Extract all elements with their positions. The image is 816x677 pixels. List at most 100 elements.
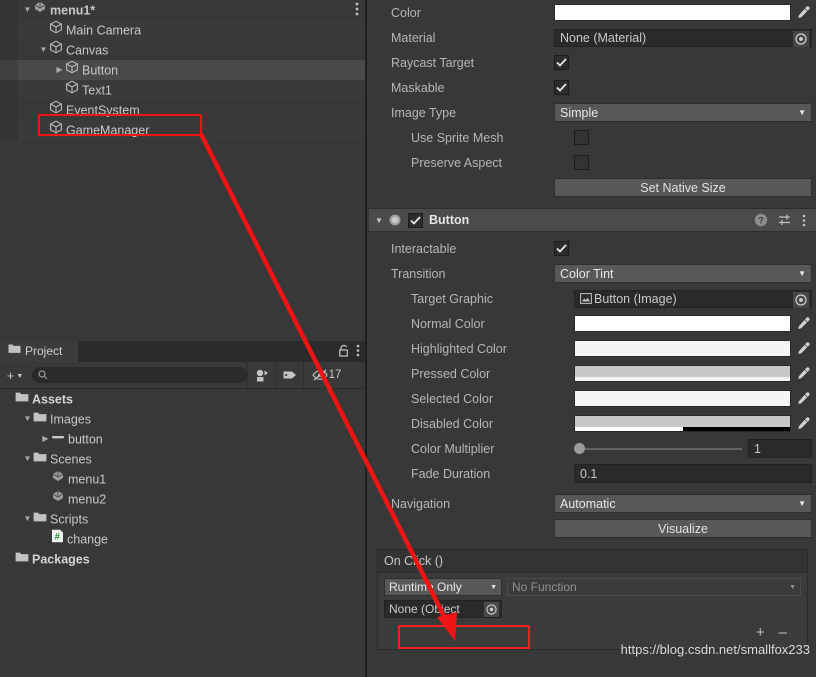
hierarchy-item-gamemanager[interactable]: ▶ GameManager xyxy=(0,120,365,140)
hierarchy-item-eventsystem[interactable]: ▶ EventSystem xyxy=(0,100,365,120)
image-type-dropdown[interactable]: Simple ▼ xyxy=(554,103,812,122)
maskable-label: Maskable xyxy=(391,80,445,95)
foldout-arrow-down-icon[interactable]: ▼ xyxy=(22,449,33,469)
project-item-change[interactable]: ▶ # change xyxy=(0,529,365,549)
eyedropper-icon[interactable] xyxy=(794,365,812,382)
hierarchy-item-canvas[interactable]: ▼ Canvas xyxy=(0,40,365,60)
transition-field: Color Tint ▼ xyxy=(554,264,816,283)
hierarchy-item-text1[interactable]: ▶ Text1 xyxy=(0,80,365,100)
preserve-aspect-checkbox[interactable] xyxy=(574,155,589,170)
on-click-object-field[interactable]: None (Object xyxy=(384,600,502,618)
chevron-down-icon: ▼ xyxy=(789,583,796,591)
foldout-arrow-down-icon[interactable]: ▼ xyxy=(375,216,387,225)
filter-by-label-button[interactable] xyxy=(275,362,303,388)
color-color-swatch[interactable] xyxy=(554,4,791,21)
tab-project[interactable]: Project xyxy=(0,341,79,362)
eyedropper-icon[interactable] xyxy=(794,415,812,432)
fade-duration-text-field[interactable]: 0.1 xyxy=(574,464,812,483)
hierarchy-item-label: Main Camera xyxy=(66,23,142,38)
button-pressed-color-row: Pressed Color xyxy=(369,361,816,386)
foldout-spacer: ▶ xyxy=(54,80,65,100)
eyedropper-icon[interactable] xyxy=(794,315,812,332)
help-icon[interactable]: ? xyxy=(754,213,768,227)
inspector-panel: Color Material None (Material) Raycast Targ… xyxy=(369,0,816,677)
project-item-label: Scenes xyxy=(50,452,92,467)
project-item-packages[interactable]: ▶ Packages xyxy=(0,549,365,569)
raycast-target-checkbox[interactable] xyxy=(554,55,569,70)
function-dropdown[interactable]: No Function ▼ xyxy=(507,578,801,596)
preserve-aspect-label: Preserve Aspect xyxy=(411,155,503,170)
visualize-row: Visualize xyxy=(369,516,816,541)
object-picker-icon[interactable] xyxy=(484,602,499,620)
foldout-arrow-down-icon[interactable]: ▼ xyxy=(38,40,49,60)
foldout-arrow-down-icon[interactable]: ▼ xyxy=(22,509,33,529)
transition-label: Transition xyxy=(391,266,446,281)
eyedropper-icon[interactable] xyxy=(794,4,812,21)
unity-scene-icon xyxy=(33,0,47,20)
eyedropper-icon[interactable] xyxy=(794,340,812,357)
search-icon xyxy=(38,370,48,380)
kebab-menu-icon[interactable] xyxy=(802,214,806,227)
create-asset-button[interactable]: + ▼ xyxy=(0,368,30,383)
interactable-label: Interactable xyxy=(391,241,457,256)
hierarchy-item-maincamera[interactable]: ▶ Main Camera xyxy=(0,20,365,40)
project-item-button[interactable]: ▶ button xyxy=(0,429,365,449)
preset-icon[interactable] xyxy=(778,213,792,227)
navigation-label: Navigation xyxy=(391,496,451,511)
on-click-title: On Click () xyxy=(378,550,807,573)
selected-color-color-swatch[interactable] xyxy=(574,390,791,407)
maskable-checkbox[interactable] xyxy=(554,80,569,95)
project-item-assets[interactable]: ▶ Assets xyxy=(0,389,365,409)
visualize-button[interactable]: Visualize xyxy=(554,519,812,538)
button-normal-color-row: Normal Color xyxy=(369,311,816,336)
eyedropper-icon[interactable] xyxy=(794,390,812,407)
set-native-size-button[interactable]: Set Native Size xyxy=(554,178,812,197)
project-item-menu2[interactable]: ▶ menu2 xyxy=(0,489,365,509)
button-transition-row: Transition Color Tint ▼ xyxy=(369,261,816,286)
transition-dropdown[interactable]: Color Tint ▼ xyxy=(554,264,812,283)
filter-by-type-button[interactable] xyxy=(247,362,275,388)
lock-open-icon[interactable] xyxy=(339,344,350,360)
pressed-color-color-swatch[interactable] xyxy=(574,365,791,382)
project-item-scripts[interactable]: ▼ Scripts xyxy=(0,509,365,529)
sprite-icon xyxy=(51,429,65,449)
search-input[interactable] xyxy=(32,367,247,383)
kebab-menu-icon[interactable] xyxy=(356,344,363,360)
project-item-label: button xyxy=(68,432,103,447)
foldout-arrow-down-icon[interactable]: ▼ xyxy=(22,409,33,429)
foldout-arrow-down-icon[interactable]: ▼ xyxy=(22,0,33,20)
object-picker-icon[interactable] xyxy=(793,291,809,311)
runtime-mode-dropdown[interactable]: Runtime Only ▼ xyxy=(384,578,502,596)
project-item-menu1[interactable]: ▶ menu1 xyxy=(0,469,365,489)
add-event-button[interactable]: + xyxy=(756,624,765,641)
preserve-aspect-field xyxy=(574,155,816,170)
remove-event-button[interactable]: – xyxy=(779,624,787,641)
button-component-header[interactable]: ▼ Button ? xyxy=(369,208,816,232)
navigation-dropdown[interactable]: Automatic ▼ xyxy=(554,494,812,513)
color-multiplier-number-field[interactable]: 1 xyxy=(748,439,812,458)
project-item-images[interactable]: ▼ Images xyxy=(0,409,365,429)
hidden-packages-toggle[interactable]: 17 xyxy=(303,362,349,388)
disabled-color-color-swatch[interactable] xyxy=(574,415,791,432)
hierarchy-item-button[interactable]: ▶ Button xyxy=(0,60,365,80)
object-picker-icon[interactable] xyxy=(793,30,809,50)
material-object-field[interactable]: None (Material) xyxy=(554,28,812,50)
hierarchy-menu-icon[interactable] xyxy=(355,2,359,19)
button-component-enabled-checkbox[interactable] xyxy=(408,212,423,228)
project-tree: ▶ Assets ▼ Images ▶ button ▼ Scenes ▶ menu1 ▶ menu2… xyxy=(0,389,365,677)
gameobject-cube-icon xyxy=(49,100,63,120)
color-multiplier-slider[interactable] xyxy=(574,442,742,456)
project-item-scenes[interactable]: ▼ Scenes xyxy=(0,449,365,469)
use-sprite-mesh-checkbox[interactable] xyxy=(574,130,589,145)
foldout-arrow-right-icon[interactable]: ▶ xyxy=(40,429,51,449)
hierarchy-item-menu1[interactable]: ▼ menu1* xyxy=(0,0,365,20)
normal-color-color-swatch[interactable] xyxy=(574,315,791,332)
target-graphic-object-field[interactable]: Button (Image) xyxy=(574,289,812,311)
highlighted-color-color-swatch[interactable] xyxy=(574,340,791,357)
set-native-size-row: Set Native Size xyxy=(369,175,816,200)
color-field xyxy=(554,4,816,21)
interactable-checkbox[interactable] xyxy=(554,241,569,256)
foldout-spacer: ▶ xyxy=(40,529,51,549)
project-item-label: Assets xyxy=(32,392,73,407)
foldout-arrow-right-icon[interactable]: ▶ xyxy=(54,60,65,80)
